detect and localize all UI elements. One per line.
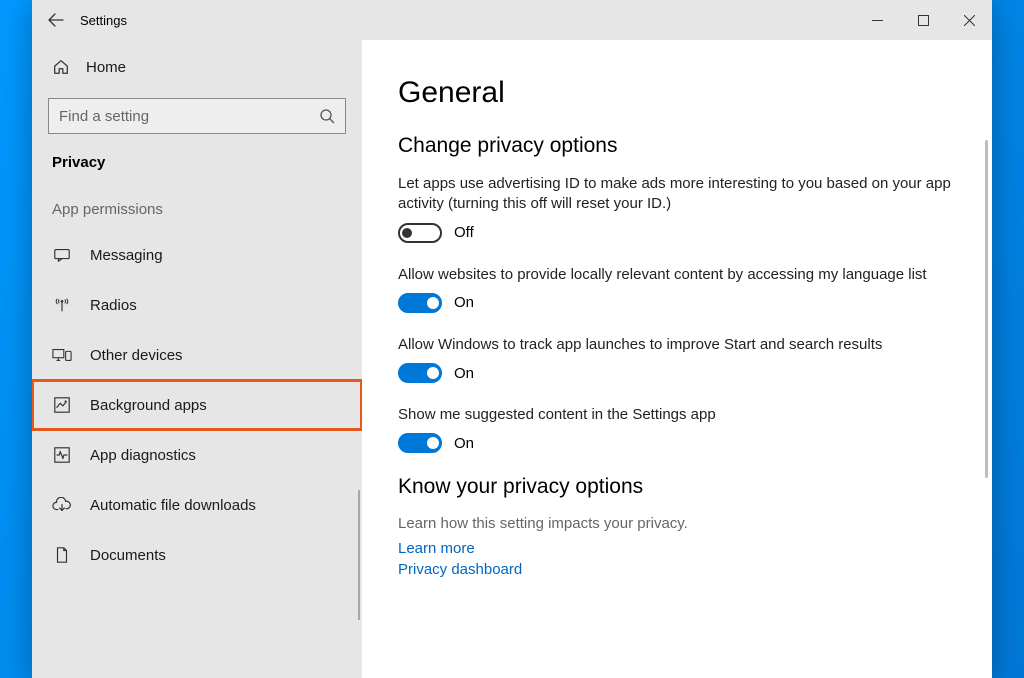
home-icon [52,58,70,76]
main-scrollbar[interactable] [985,140,988,478]
sidebar-scrollbar[interactable] [358,490,360,620]
sidebar-item-label: Radios [90,297,137,314]
section-know-privacy-options: Know your privacy options [398,475,956,499]
window-title: Settings [80,13,127,28]
minimize-button[interactable] [854,0,900,40]
setting-suggested-content: Show me suggested content in the Setting… [398,405,956,453]
back-button[interactable] [32,0,80,40]
toggle-track-app-launches[interactable] [398,363,442,383]
back-arrow-icon [48,12,64,28]
sidebar-item-documents[interactable]: Documents [32,530,362,580]
titlebar: Settings [32,0,992,40]
sidebar-item-label: Background apps [90,397,207,414]
search-input[interactable] [48,98,346,134]
setting-desc: Let apps use advertising ID to make ads … [398,174,956,215]
app-diagnostics-icon [52,445,72,465]
sidebar-item-label: Documents [90,547,166,564]
background-apps-icon [52,395,72,415]
minimize-icon [872,15,883,26]
setting-language-list: Allow websites to provide locally releva… [398,265,956,313]
sidebar-section-label: App permissions [32,177,362,230]
cloud-download-icon [52,495,72,515]
setting-advertising-id: Let apps use advertising ID to make ads … [398,174,956,243]
sidebar-home[interactable]: Home [32,48,362,86]
documents-icon [52,545,72,565]
messaging-icon [52,245,72,265]
sidebar-item-radios[interactable]: Radios [32,280,362,330]
link-privacy-dashboard[interactable]: Privacy dashboard [398,559,956,580]
sidebar-item-label: Automatic file downloads [90,497,256,514]
sidebar-category: Privacy [32,144,362,177]
maximize-button[interactable] [900,0,946,40]
sidebar-item-background-apps[interactable]: Background apps [32,380,362,430]
search-field[interactable] [59,108,319,125]
other-devices-icon [52,345,72,365]
section-desc: Learn how this setting impacts your priv… [398,515,956,532]
window-controls [854,0,992,40]
sidebar-item-messaging[interactable]: Messaging [32,230,362,280]
page-title: General [398,76,956,110]
maximize-icon [918,15,929,26]
toggle-state-label: On [454,294,474,311]
setting-desc: Show me suggested content in the Setting… [398,405,956,425]
sidebar-item-app-diagnostics[interactable]: App diagnostics [32,430,362,480]
sidebar-item-automatic-file-downloads[interactable]: Automatic file downloads [32,480,362,530]
sidebar: Home Privacy App permissions Messaging [32,40,362,678]
toggle-state-label: Off [454,224,474,241]
toggle-language-list[interactable] [398,293,442,313]
main-content: General Change privacy options Let apps … [362,40,992,678]
toggle-suggested-content[interactable] [398,433,442,453]
settings-window: Settings Home [32,0,992,678]
close-icon [964,15,975,26]
link-learn-more[interactable]: Learn more [398,538,956,559]
toggle-state-label: On [454,435,474,452]
section-change-privacy-options: Change privacy options [398,134,956,158]
sidebar-item-label: Messaging [90,247,163,264]
close-button[interactable] [946,0,992,40]
setting-desc: Allow websites to provide locally releva… [398,265,956,285]
sidebar-item-label: Other devices [90,347,183,364]
search-icon [319,108,335,124]
sidebar-home-label: Home [86,59,126,76]
sidebar-item-other-devices[interactable]: Other devices [32,330,362,380]
toggle-advertising-id[interactable] [398,223,442,243]
setting-desc: Allow Windows to track app launches to i… [398,335,956,355]
toggle-state-label: On [454,365,474,382]
setting-track-app-launches: Allow Windows to track app launches to i… [398,335,956,383]
sidebar-nav: Messaging Radios Other devices [32,230,362,580]
sidebar-item-label: App diagnostics [90,447,196,464]
radios-icon [52,295,72,315]
